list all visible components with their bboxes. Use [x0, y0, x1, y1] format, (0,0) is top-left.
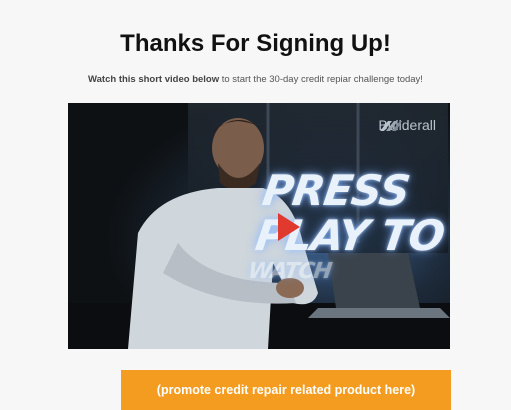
play-icon[interactable] — [278, 213, 300, 241]
page-title: Thanks For Signing Up! — [120, 30, 391, 57]
video-player[interactable]: Builderall PRESS PLAY TO WATCH — [68, 103, 450, 349]
overlay-press: PRESS — [259, 166, 413, 215]
thank-you-page: Thanks For Signing Up! Watch this short … — [0, 0, 511, 410]
promote-product-button[interactable]: (promote credit repair related product h… — [121, 370, 451, 410]
overlay-watch: WATCH — [246, 259, 333, 284]
brand-logo: Builderall — [378, 117, 436, 133]
builderall-logo-icon — [380, 121, 403, 131]
subtitle-bold: Watch this short video below — [88, 74, 220, 85]
subtitle-rest: to start the 30-day credit repiar challe… — [219, 74, 423, 85]
page-subtitle: Watch this short video below to start th… — [0, 74, 511, 85]
